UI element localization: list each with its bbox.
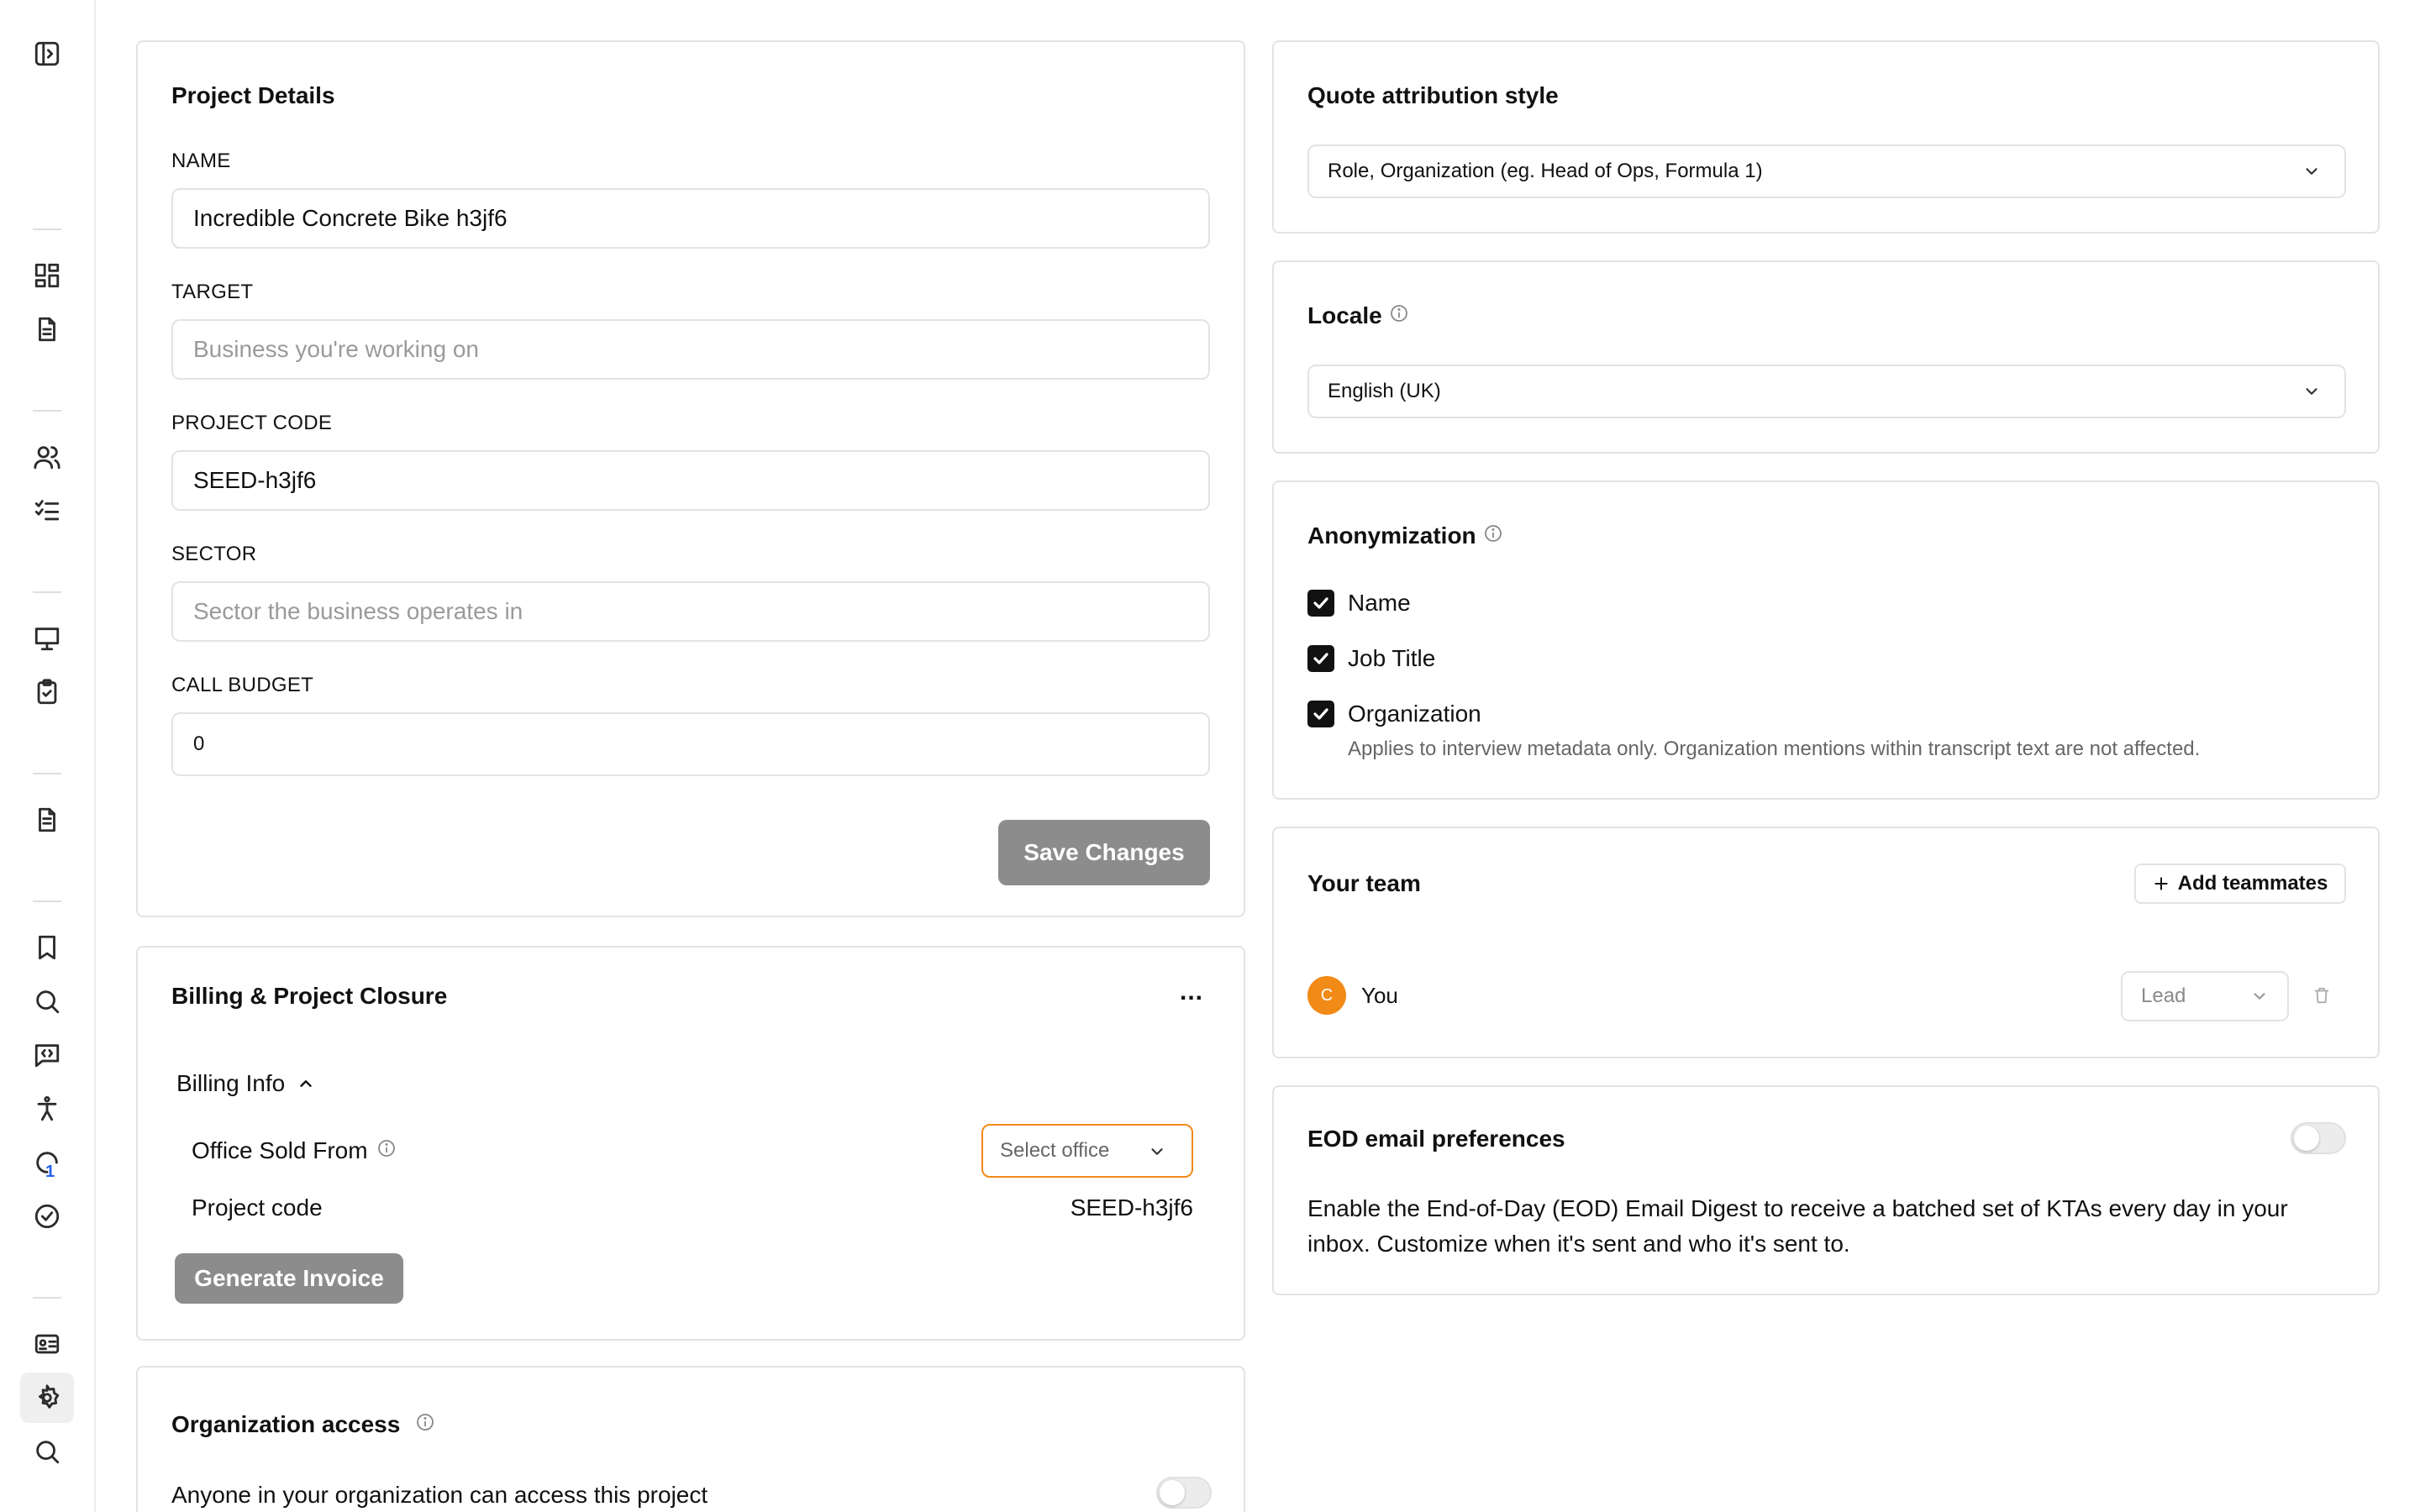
info-icon — [1483, 522, 1503, 549]
sidebar-toggle-icon[interactable] — [30, 37, 64, 71]
target-input[interactable]: Business you're working on — [171, 319, 1210, 380]
checklist-icon[interactable] — [30, 494, 64, 528]
locale-select[interactable]: English (UK) — [1307, 365, 2346, 418]
locale-card: Locale English (UK) — [1272, 260, 2380, 454]
chevron-down-icon — [2250, 987, 2269, 1005]
eod-description-line: Enable the End-of-Day (EOD) Email Digest… — [1307, 1195, 2288, 1221]
target-label: TARGET — [171, 281, 254, 303]
eod-description: Enable the End-of-Day (EOD) Email Digest… — [1307, 1191, 2288, 1262]
card-title: Project Details — [171, 82, 335, 108]
org-access-title-row: Organization access — [171, 1411, 435, 1438]
quote-style-value: Role, Organization (eg. Head of Ops, For… — [1328, 160, 1763, 182]
project-code-label: PROJECT CODE — [171, 412, 333, 434]
option-label: Name — [1348, 590, 1411, 616]
call-budget-label: CALL BUDGET — [171, 674, 314, 696]
info-icon — [376, 1137, 397, 1164]
eod-email-card: EOD email preferences Enable the End-of-… — [1272, 1085, 2380, 1295]
team-card: Your team Add teammates C You Lead — [1272, 827, 2380, 1058]
checkbox-checked-icon — [1307, 590, 1334, 617]
anonymize-name-checkbox[interactable]: Name — [1307, 590, 1411, 617]
generate-invoice-button[interactable]: Generate Invoice — [175, 1253, 403, 1304]
option-label: Organization — [1348, 701, 1481, 727]
anonymization-title-row: Anonymization — [1307, 522, 1503, 549]
org-access-description: Anyone in your organization can access t… — [171, 1482, 708, 1508]
billing-info-toggle[interactable]: Billing Info — [176, 1070, 315, 1097]
eod-description-line: inbox. Customize when it's sent and who … — [1307, 1231, 1850, 1257]
trash-icon[interactable] — [2311, 984, 2333, 1006]
add-teammates-button[interactable]: Add teammates — [2134, 864, 2346, 904]
sidebar-divider — [33, 900, 61, 902]
quote-attribution-card: Quote attribution style Role, Organizati… — [1272, 40, 2380, 234]
card-title: EOD email preferences — [1307, 1126, 1565, 1152]
anonymize-job-title-checkbox[interactable]: Job Title — [1307, 645, 1435, 672]
sidebar-divider — [33, 773, 61, 774]
dashboard-icon[interactable] — [30, 259, 64, 292]
name-label: NAME — [171, 150, 231, 172]
org-access-toggle[interactable] — [1156, 1477, 1212, 1509]
member-role-value: Lead — [2141, 984, 2186, 1007]
info-icon — [415, 1411, 435, 1438]
project-code-value: SEED-h3jf6 — [1070, 1194, 1193, 1221]
document-icon[interactable] — [30, 312, 64, 346]
anonymization-note: Applies to interview metadata only. Orga… — [1348, 738, 2201, 760]
member-role-select[interactable]: Lead — [2121, 971, 2289, 1021]
sector-input[interactable]: Sector the business operates in — [171, 581, 1210, 642]
project-code-input[interactable]: SEED-h3jf6 — [171, 450, 1210, 511]
users-icon[interactable] — [30, 440, 64, 474]
search-icon[interactable] — [30, 984, 64, 1018]
card-title: Your team — [1307, 870, 1421, 896]
chevron-down-icon — [1148, 1142, 1166, 1165]
sidebar-divider — [33, 410, 61, 412]
card-title: Anonymization — [1307, 522, 1476, 549]
sidebar-divider — [33, 228, 61, 230]
card-title: Billing & Project Closure — [171, 983, 448, 1009]
info-icon — [1389, 302, 1409, 329]
plus-icon — [2153, 875, 2170, 892]
sidebar-divider — [33, 1297, 61, 1299]
quote-style-select[interactable]: Role, Organization (eg. Head of Ops, For… — [1307, 144, 2346, 198]
name-input[interactable]: Incredible Concrete Bike h3jf6 — [171, 188, 1210, 249]
checkbox-checked-icon — [1307, 701, 1334, 727]
card-title: Locale — [1307, 302, 1382, 328]
more-menu-button[interactable]: ... — [1180, 978, 1203, 1006]
card-title: Organization access — [171, 1411, 401, 1437]
office-sold-from-label: Office Sold From — [192, 1137, 368, 1163]
sector-label: SECTOR — [171, 543, 257, 565]
anonymization-card: Anonymization Name Job Title Organizatio… — [1272, 480, 2380, 800]
code-chat-icon[interactable] — [30, 1038, 64, 1072]
avatar: C — [1307, 976, 1346, 1015]
chevron-down-icon — [2302, 382, 2321, 401]
progress-badge: 1 — [45, 1163, 55, 1181]
locale-title-row: Locale — [1307, 302, 1409, 329]
billing-card: Billing & Project Closure ... Billing In… — [136, 946, 1245, 1341]
organization-access-card: Organization access Anyone in your organ… — [136, 1366, 1245, 1512]
sidebar: 1 — [0, 0, 96, 1512]
clipboard-check-icon[interactable] — [30, 675, 64, 709]
id-card-icon[interactable] — [30, 1327, 64, 1361]
anonymize-organization-checkbox[interactable]: Organization — [1307, 701, 1481, 727]
option-label: Job Title — [1348, 645, 1436, 671]
bookmark-icon[interactable] — [30, 931, 64, 964]
search-icon[interactable] — [30, 1435, 64, 1468]
presentation-icon[interactable] — [30, 622, 64, 655]
billing-info-label: Billing Info — [176, 1070, 286, 1096]
chevron-up-icon — [297, 1074, 315, 1093]
accessibility-icon[interactable] — [30, 1092, 64, 1126]
eod-email-toggle[interactable] — [2291, 1122, 2346, 1154]
member-name: You — [1361, 983, 1398, 1008]
gear-icon[interactable] — [20, 1373, 74, 1423]
project-details-card: Project Details NAME Incredible Concrete… — [136, 40, 1245, 917]
file-text-icon[interactable] — [30, 803, 64, 837]
sidebar-divider — [33, 591, 61, 593]
project-code-label: Project code — [192, 1194, 323, 1221]
checkbox-checked-icon — [1307, 645, 1334, 672]
office-sold-from-row: Office Sold From — [192, 1137, 397, 1164]
chevron-down-icon — [2302, 162, 2321, 181]
check-circle-icon[interactable] — [30, 1200, 64, 1233]
call-budget-input[interactable]: 0 — [171, 712, 1210, 776]
add-teammates-label: Add teammates — [2177, 872, 2328, 895]
card-title: Quote attribution style — [1307, 82, 1559, 108]
save-changes-button[interactable]: Save Changes — [998, 820, 1210, 885]
locale-value: English (UK) — [1328, 380, 1441, 402]
